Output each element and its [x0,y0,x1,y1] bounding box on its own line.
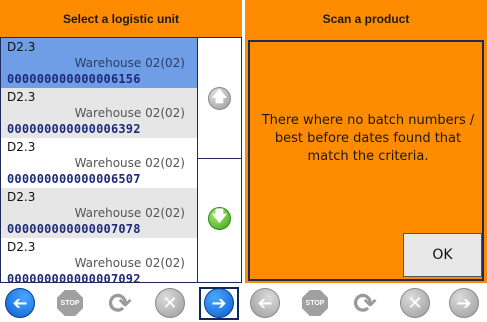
unit-number: 000000000000007078 [7,222,141,236]
list-item[interactable]: D2.3 Warehouse 02(02) 000000000000006392 [1,88,197,138]
logistic-unit-list[interactable]: D2.3 Warehouse 02(02) 000000000000006156… [0,37,197,283]
cancel-icon[interactable]: ✕ [155,288,185,318]
warehouse-label: Warehouse 02(02) [74,106,185,120]
back-arrow-icon[interactable]: ➔ [5,288,35,318]
scroll-up-icon[interactable]: 🡅 [208,87,231,110]
focus-frame [199,287,239,320]
scroll-controls: 🡅 🡇 [197,37,242,283]
unit-number: 000000000000006156 [7,72,141,86]
scan-product-panel: Scan a product There where no batch numb… [245,0,487,322]
scroll-up-area[interactable]: 🡅 [198,38,241,159]
unit-number: 000000000000007092 [7,272,141,283]
warehouse-label: Warehouse 02(02) [74,206,185,220]
refresh-icon[interactable]: ⟳ [350,287,380,320]
message-dialog: There where no batch numbers / best befo… [248,40,484,281]
panel-title: Select a logistic unit [0,0,242,37]
warehouse-label: Warehouse 02(02) [74,56,185,70]
ok-button[interactable]: OK [403,233,482,277]
list-item[interactable]: D2.3 Warehouse 02(02) 000000000000007092 [1,238,197,283]
location-code: D2.3 [7,240,36,254]
message-text: There where no batch numbers / best befo… [261,113,475,164]
warehouse-label: Warehouse 02(02) [74,156,185,170]
stop-icon[interactable]: STOP [302,290,328,316]
warehouse-label: Warehouse 02(02) [74,256,185,270]
unit-number: 000000000000006507 [7,172,141,186]
panel-title: Scan a product [245,0,487,37]
refresh-icon[interactable]: ⟳ [105,287,135,320]
cancel-icon[interactable]: ✕ [400,288,430,318]
location-code: D2.3 [7,40,36,54]
location-code: D2.3 [7,190,36,204]
logistic-unit-panel: Select a logistic unit D2.3 Warehouse 02… [0,0,242,322]
forward-arrow-icon[interactable]: ➔ [449,288,479,318]
stop-icon[interactable]: STOP [57,290,83,316]
bottom-toolbar: ➔ STOP ⟳ ✕ ➔ [245,283,487,322]
list-item[interactable]: D2.3 Warehouse 02(02) 000000000000007078 [1,188,197,238]
location-code: D2.3 [7,140,36,154]
scroll-down-area[interactable]: 🡇 [198,159,241,282]
back-arrow-icon[interactable]: ➔ [250,288,280,318]
scroll-down-icon[interactable]: 🡇 [208,207,231,230]
unit-number: 000000000000006392 [7,122,141,136]
location-code: D2.3 [7,90,36,104]
list-item[interactable]: D2.3 Warehouse 02(02) 000000000000006507 [1,138,197,188]
list-item[interactable]: D2.3 Warehouse 02(02) 000000000000006156 [1,38,197,88]
